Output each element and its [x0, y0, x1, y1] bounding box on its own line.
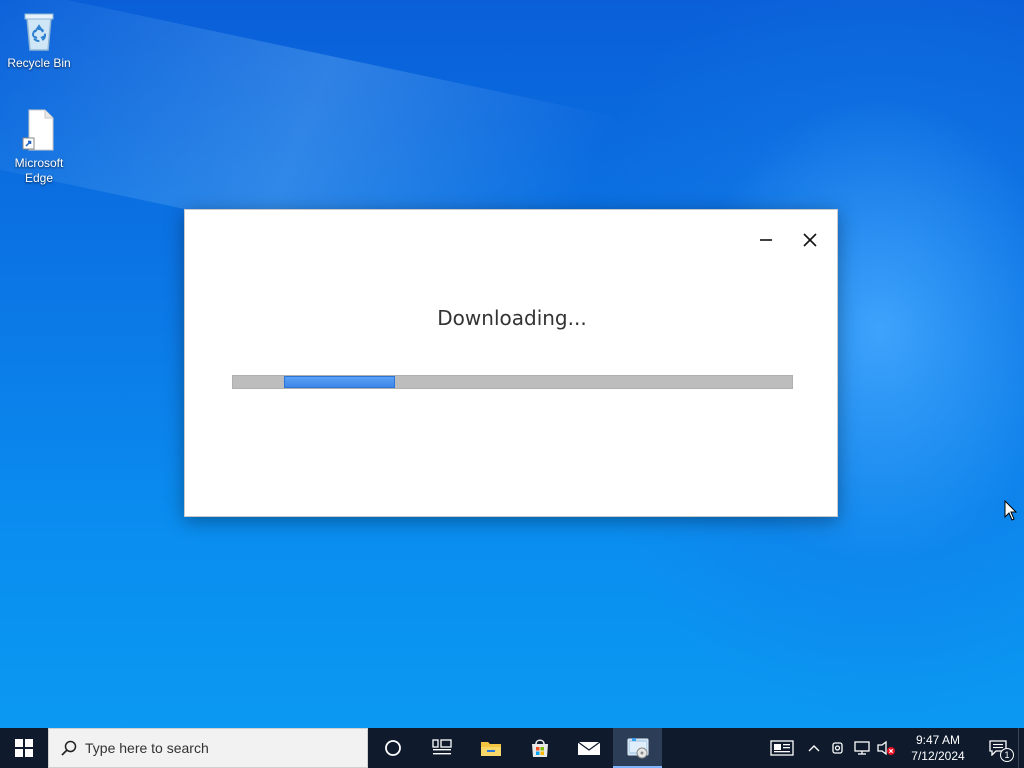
taskbar-clock[interactable]: 9:47 AM 7/12/2024 — [904, 732, 972, 764]
chevron-up-icon — [808, 745, 820, 752]
network-icon — [854, 741, 870, 755]
taskbar-microsoft-store[interactable] — [515, 728, 564, 768]
minimize-button[interactable] — [752, 228, 780, 252]
download-status-text: Downloading... — [437, 306, 587, 330]
volume-muted-icon — [877, 740, 895, 756]
meet-now-button[interactable] — [826, 728, 850, 768]
clock-date: 7/12/2024 — [911, 749, 965, 763]
clock-time: 9:47 AM — [915, 733, 961, 747]
desktop-icon-microsoft-edge[interactable]: Microsoft Edge — [0, 106, 78, 186]
search-placeholder: Type here to search — [85, 740, 209, 756]
close-icon — [803, 233, 817, 247]
windows-logo-icon — [15, 739, 33, 757]
mouse-cursor-icon — [1004, 500, 1018, 521]
desktop-icon-label: Recycle Bin — [7, 56, 71, 70]
taskbar-search-box[interactable]: Type here to search — [48, 728, 368, 768]
download-dialog: Downloading... — [184, 209, 838, 517]
cortana-icon — [384, 740, 401, 756]
taskbar-mail[interactable] — [564, 728, 613, 768]
volume-button[interactable] — [874, 728, 898, 768]
taskbar: Type here to search 9:47 AM 7/12/2024 1 — [0, 728, 1024, 768]
download-progress-bar — [232, 375, 793, 389]
recycle-bin-icon — [24, 13, 54, 51]
file-explorer-icon — [480, 742, 501, 756]
show-hidden-icons-button[interactable] — [802, 728, 826, 768]
taskbar-file-explorer[interactable] — [466, 728, 515, 768]
news-icon — [770, 740, 794, 756]
taskbar-task-view[interactable] — [417, 728, 466, 768]
mail-icon — [577, 741, 600, 755]
microsoft-store-icon — [531, 739, 548, 757]
task-view-icon — [431, 739, 452, 755]
close-button[interactable] — [796, 228, 824, 252]
taskbar-installer-app[interactable] — [613, 728, 662, 768]
search-icon — [61, 740, 77, 756]
shortcut-file-icon — [22, 109, 54, 151]
news-widget-button[interactable] — [762, 728, 802, 768]
action-center-button[interactable]: 1 — [978, 728, 1018, 768]
network-button[interactable] — [850, 728, 874, 768]
notification-count-badge: 1 — [1000, 748, 1014, 762]
start-button[interactable] — [0, 728, 48, 768]
progress-bar-fill — [284, 376, 395, 388]
installer-app-icon — [627, 738, 648, 759]
minimize-icon — [760, 239, 772, 241]
desktop-icon-recycle-bin[interactable]: Recycle Bin — [0, 6, 78, 71]
show-desktop-button[interactable] — [1018, 728, 1024, 768]
taskbar-cortana[interactable] — [368, 728, 417, 768]
meet-now-icon — [832, 742, 843, 754]
system-tray: 9:47 AM 7/12/2024 1 — [762, 728, 1024, 768]
desktop-icon-label: Microsoft Edge — [14, 156, 64, 185]
